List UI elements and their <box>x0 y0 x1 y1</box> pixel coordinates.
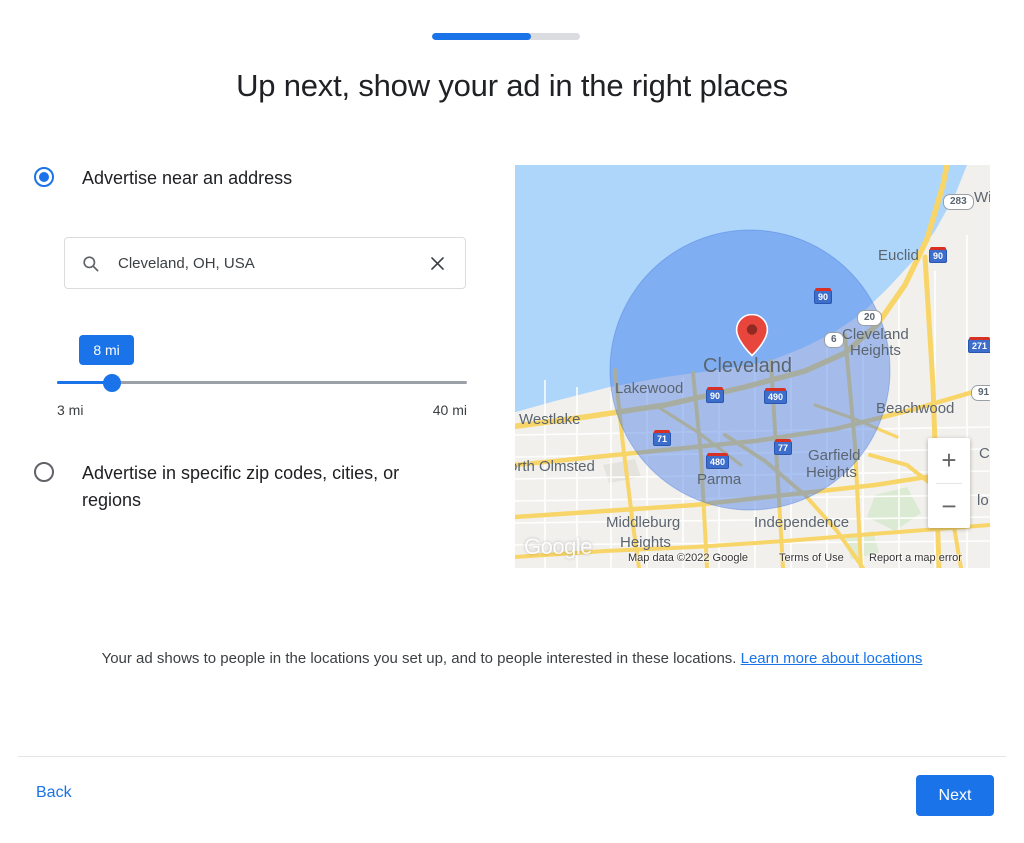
map-route-shield: 90 <box>814 288 833 304</box>
back-button[interactable]: Back <box>36 784 72 802</box>
ad-location-setup-page: Up next, show your ad in the right place… <box>0 0 1024 843</box>
progress-bar-fill <box>432 33 532 40</box>
map-route-shield: 490 <box>764 388 788 404</box>
map-route-shield: 271 <box>968 337 990 353</box>
progress-bar <box>432 33 580 40</box>
map-zoom-in-button[interactable]: + <box>928 438 970 483</box>
google-logo: Google <box>524 534 592 559</box>
radius-slider-value-bubble: 8 mi <box>79 335 134 365</box>
page-title: Up next, show your ad in the right place… <box>236 68 788 103</box>
map-route-shield: 283 <box>943 194 974 210</box>
close-icon[interactable] <box>428 254 447 273</box>
location-map[interactable]: Cleveland Euclid Lakewood Westlake orth Olms… <box>515 165 990 568</box>
map-route-shield: 77 <box>774 439 793 455</box>
address-search-field[interactable]: Cleveland, OH, USA <box>64 237 466 289</box>
map-route-shield: 90 <box>706 387 725 403</box>
map-route-shield: 90 <box>929 247 948 263</box>
map-zoom-out-button[interactable]: − <box>928 483 970 528</box>
learn-more-about-locations-link[interactable]: Learn more about locations <box>741 650 923 667</box>
radius-slider-min-label: 3 mi <box>57 402 84 418</box>
search-icon <box>81 254 100 273</box>
map-route-shield: 6 <box>824 332 844 348</box>
map-pin-icon <box>735 313 769 362</box>
map-report-error-link[interactable]: Report a map error <box>869 552 962 564</box>
map-canvas <box>515 165 990 568</box>
radius-slider-thumb[interactable] <box>103 374 122 392</box>
radio-advertise-specific-regions[interactable] <box>34 462 54 482</box>
map-data-attribution: Map data ©2022 Google <box>628 552 749 564</box>
map-route-shield: 91 <box>971 385 990 401</box>
locations-help-note: Your ad shows to people in the locations… <box>52 646 972 671</box>
locations-help-text: Your ad shows to people in the locations… <box>101 650 741 667</box>
address-search-input[interactable]: Cleveland, OH, USA <box>118 255 428 272</box>
radio-advertise-near-address[interactable] <box>34 167 54 187</box>
map-zoom-controls[interactable]: + − <box>928 438 970 528</box>
option-advertise-specific-regions-label: Advertise in specific zip codes, cities,… <box>82 463 400 510</box>
option-advertise-near-address-label: Advertise near an address <box>82 168 293 188</box>
map-route-shield: 20 <box>857 310 883 326</box>
map-route-shield: 71 <box>653 430 672 446</box>
next-button[interactable]: Next <box>916 775 994 816</box>
footer-divider <box>18 756 1006 757</box>
radius-slider-max-label: 40 mi <box>432 402 467 418</box>
map-terms-of-use-link[interactable]: Terms of Use <box>779 552 844 564</box>
option-advertise-near-address[interactable]: Advertise near an address <box>34 165 494 192</box>
location-options-panel: Advertise near an address <box>34 165 494 192</box>
option-advertise-specific-regions[interactable]: Advertise in specific zip codes, cities,… <box>34 460 494 514</box>
map-route-shield: 480 <box>706 453 730 469</box>
